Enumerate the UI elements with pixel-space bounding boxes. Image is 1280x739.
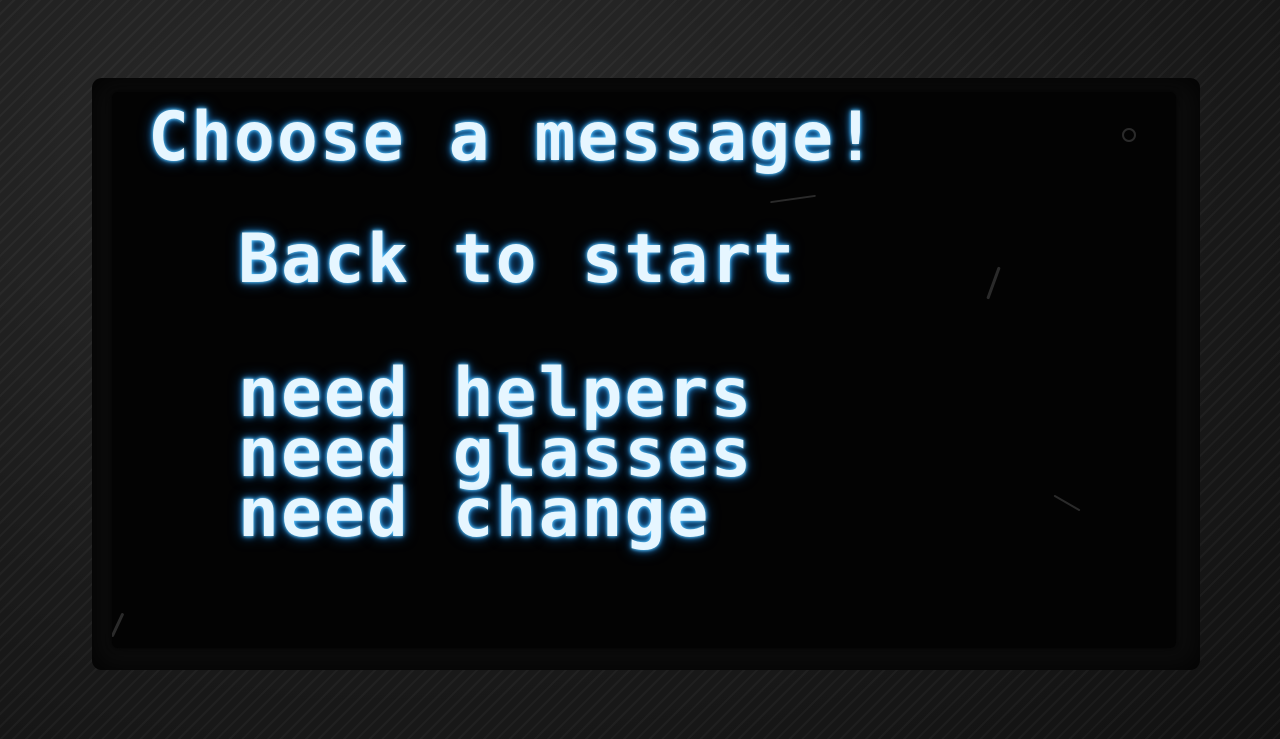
dust-speck bbox=[986, 266, 1001, 300]
menu-item-need-change[interactable]: need change bbox=[238, 474, 710, 553]
oled-display: Choose a message! Back to start need hel… bbox=[112, 92, 1176, 648]
dust-speck bbox=[770, 194, 816, 204]
dust-speck bbox=[1053, 494, 1081, 512]
device-casing: Choose a message! Back to start need hel… bbox=[0, 0, 1280, 739]
dust-speck bbox=[1122, 128, 1136, 142]
menu-item-back-to-start[interactable]: Back to start bbox=[238, 220, 796, 299]
dust-speck bbox=[112, 612, 125, 638]
screen-title: Choose a message! bbox=[148, 98, 878, 177]
